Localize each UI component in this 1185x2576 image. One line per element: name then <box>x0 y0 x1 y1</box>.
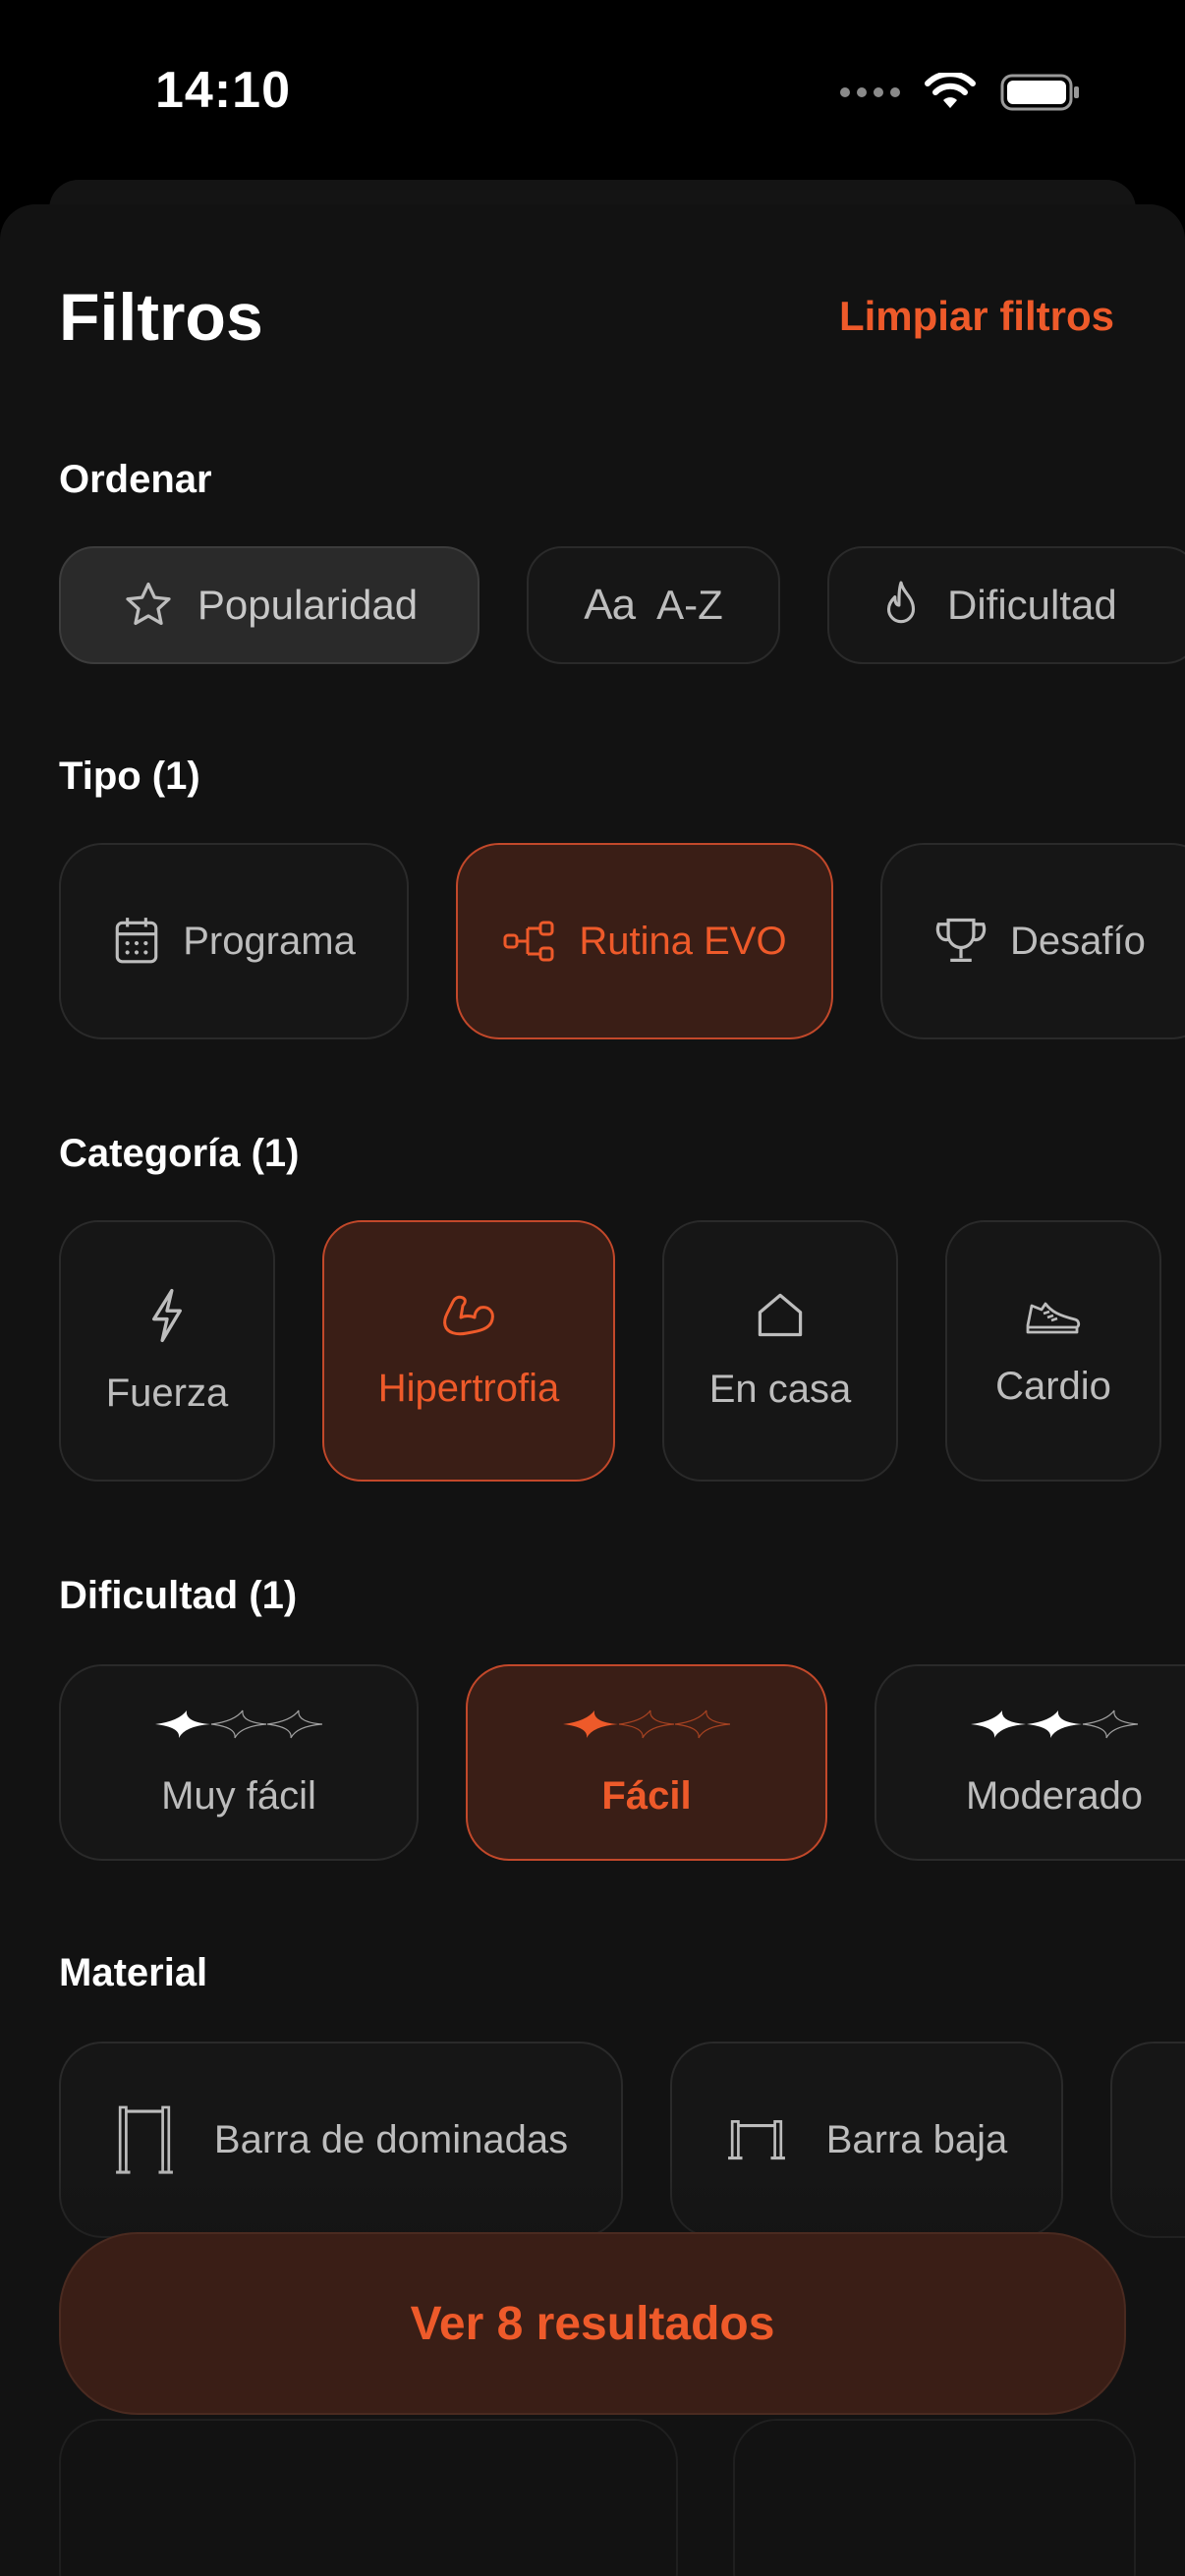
star-filled <box>971 1710 1026 1738</box>
faded-chip <box>733 2419 1136 2576</box>
category-option-label: Fuerza <box>105 1371 229 1415</box>
difficulty-option-moderate[interactable]: Moderado <box>875 1664 1185 1861</box>
house-icon <box>758 1293 803 1336</box>
category-option-home[interactable]: En casa <box>662 1220 898 1482</box>
wifi-icon <box>925 73 976 108</box>
star-empty <box>210 1709 267 1739</box>
difficulty-stars-icon <box>155 1709 323 1739</box>
sneaker-icon <box>1026 1302 1081 1333</box>
category-option-label: Hipertrofia <box>377 1366 560 1410</box>
difficulty-option-easy[interactable]: Fácil <box>466 1664 827 1861</box>
cellular-signal-icon <box>840 87 900 97</box>
category-options: Fuerza Hipertrofia En casa Cardio <box>59 1220 1161 1482</box>
type-option-rutina-evo[interactable]: Rutina EVO <box>456 843 833 1039</box>
sort-section-label: Ordenar <box>59 458 212 501</box>
star-icon <box>126 582 171 626</box>
flow-icon <box>503 921 554 962</box>
status-time: 14:10 <box>155 62 291 119</box>
category-option-strength[interactable]: Fuerza <box>59 1220 275 1482</box>
sort-options: Popularidad Aa A-Z Dificultad <box>59 546 1185 664</box>
clear-filters-button[interactable]: Limpiar filtros <box>839 293 1114 340</box>
material-section-label: Material <box>59 1951 208 1994</box>
type-option-challenge[interactable]: Desafío <box>880 843 1185 1039</box>
difficulty-option-label: Muy fácil <box>161 1774 316 1818</box>
type-section-label: Tipo (1) <box>59 755 200 798</box>
difficulty-option-label: Fácil <box>601 1774 692 1818</box>
category-option-label: En casa <box>708 1367 852 1411</box>
star-filled <box>563 1710 618 1738</box>
material-option-label: Barra de dominadas <box>213 2117 569 2161</box>
trophy-icon <box>935 918 987 962</box>
difficulty-stars-icon <box>563 1709 731 1739</box>
page-title: Filtros <box>59 280 263 355</box>
difficulty-rating <box>971 1707 1139 1751</box>
sort-option-az[interactable]: Aa A-Z <box>527 546 780 664</box>
status-bar: 14:10 <box>0 0 1185 187</box>
category-option-cardio[interactable]: Cardio <box>945 1220 1161 1482</box>
star-empty <box>266 1709 323 1739</box>
faded-next-row <box>59 2419 1136 2576</box>
sort-option-label: Popularidad <box>197 582 419 628</box>
battery-icon <box>1000 74 1079 111</box>
sort-option-label: Dificultad <box>947 582 1117 628</box>
difficulty-section-label: Dificultad (1) <box>59 1574 298 1617</box>
difficulty-stars-icon <box>971 1709 1139 1739</box>
material-option-label: Barra baja <box>825 2117 1008 2161</box>
type-option-program[interactable]: Programa <box>59 843 409 1039</box>
bolt-icon <box>152 1288 182 1342</box>
difficulty-rating <box>155 1707 323 1751</box>
show-results-button[interactable]: Ver 8 resultados <box>59 2232 1126 2415</box>
faded-chip <box>59 2419 678 2576</box>
difficulty-option-label: Moderado <box>965 1774 1144 1818</box>
category-option-hypertrophy[interactable]: Hipertrofia <box>322 1220 615 1482</box>
calendar-icon <box>115 918 158 964</box>
font-aa-icon: Aa <box>584 581 636 629</box>
sort-option-popularity[interactable]: Popularidad <box>59 546 480 664</box>
category-option-label: Cardio <box>995 1364 1111 1408</box>
low-bar-icon <box>727 2120 785 2160</box>
category-section-label: Categoría (1) <box>59 1132 300 1175</box>
sort-option-label: A-Z <box>656 582 723 628</box>
star-filled <box>155 1710 210 1738</box>
star-empty <box>618 1709 675 1739</box>
flame-icon <box>886 581 916 624</box>
flexed-arm-icon <box>443 1295 494 1335</box>
star-empty <box>674 1709 731 1739</box>
type-option-label: Rutina EVO <box>579 919 787 963</box>
difficulty-options: Muy fácil Fácil Moderado <box>59 1664 1185 1861</box>
star-filled <box>1027 1710 1082 1738</box>
type-options: Programa Rutina EVO Desafío <box>59 843 1185 1039</box>
difficulty-option-very-easy[interactable]: Muy fácil <box>59 1664 419 1861</box>
type-option-label: Desafío <box>1010 919 1146 963</box>
sort-option-difficulty[interactable]: Dificultad <box>827 546 1185 664</box>
difficulty-rating <box>563 1707 731 1751</box>
type-option-label: Programa <box>183 919 356 963</box>
star-empty <box>1082 1709 1139 1739</box>
status-icons <box>840 73 1081 112</box>
